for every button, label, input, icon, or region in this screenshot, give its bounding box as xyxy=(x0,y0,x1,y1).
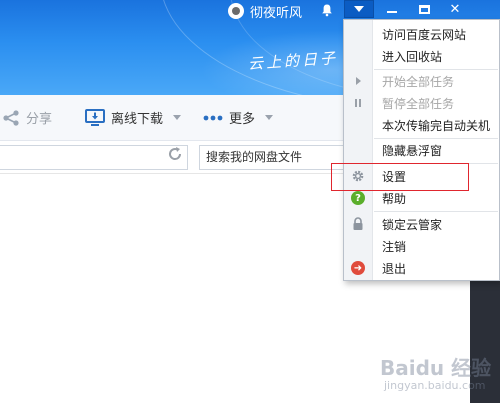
pause-icon xyxy=(350,95,366,111)
path-field[interactable] xyxy=(0,145,188,170)
username: 彻夜听风 xyxy=(250,5,303,21)
highlight-box xyxy=(331,163,469,191)
help-icon: ? xyxy=(350,190,366,206)
menu-item-label: 隐藏悬浮窗 xyxy=(382,143,443,158)
minimize-button[interactable] xyxy=(377,0,407,18)
offline-download-button[interactable]: 离线下载 xyxy=(85,108,182,127)
watermark: Baidu 经验 jingyan.baidu.com xyxy=(380,352,500,403)
menu-item-label: 访问百度云网站 xyxy=(382,27,467,42)
more-label: 更多 xyxy=(229,112,256,127)
menu-item-label: 锁定云管家 xyxy=(382,217,443,232)
user-account[interactable]: 彻夜听风 xyxy=(228,2,303,21)
play-icon xyxy=(350,73,366,89)
menu-separator xyxy=(374,211,498,212)
menu-item-recycle-bin[interactable]: 进入回收站 xyxy=(344,45,499,67)
maximize-button[interactable] xyxy=(409,0,439,18)
menu-item-auto-shutdown[interactable]: 本次传输完自动关机 xyxy=(344,114,499,136)
maximize-icon xyxy=(418,4,430,14)
chevron-down-icon xyxy=(173,115,182,120)
refresh-icon[interactable] xyxy=(166,145,184,163)
lock-icon xyxy=(350,216,366,232)
avatar xyxy=(228,3,244,19)
settings-dropdown-menu: 访问百度云网站 进入回收站 开始全部任务 暂停全部任务 本次传输完自动关机 隐藏… xyxy=(343,19,500,281)
watermark-logo: Baidu 经验 xyxy=(380,356,492,380)
watermark-url: jingyan.baidu.com xyxy=(384,379,486,392)
menu-dropdown-button[interactable] xyxy=(344,0,374,18)
menu-item-label: 本次传输完自动关机 xyxy=(382,118,491,133)
menu-item-label: 帮助 xyxy=(382,191,407,206)
menu-item-label: 暂停全部任务 xyxy=(382,96,455,111)
menu-item-label: 退出 xyxy=(382,261,407,276)
menu-item-label: 开始全部任务 xyxy=(382,74,455,89)
offline-download-icon xyxy=(85,108,105,126)
search-input[interactable]: 搜索我的网盘文件 xyxy=(199,145,349,170)
share-label: 分享 xyxy=(26,112,53,127)
share-button[interactable]: 分享 xyxy=(2,108,52,127)
menu-item-label: 注销 xyxy=(382,239,407,254)
menu-item-hide-floating-window[interactable]: 隐藏悬浮窗 xyxy=(344,139,499,161)
menu-item-start-all[interactable]: 开始全部任务 xyxy=(344,70,499,92)
offline-download-label: 离线下载 xyxy=(111,112,164,127)
more-icon xyxy=(203,115,223,120)
menu-item-visit-website[interactable]: 访问百度云网站 xyxy=(344,23,499,45)
exit-icon: ➜ xyxy=(350,260,366,276)
menu-item-exit[interactable]: ➜ 退出 xyxy=(344,257,499,279)
more-button[interactable]: 更多 xyxy=(203,108,274,127)
close-icon: ✕ xyxy=(449,1,461,17)
chevron-down-icon xyxy=(354,6,364,12)
menu-item-lock[interactable]: 锁定云管家 xyxy=(344,213,499,235)
minimize-icon xyxy=(387,11,397,13)
share-icon xyxy=(3,109,19,126)
close-button[interactable]: ✕ xyxy=(440,0,470,18)
bell-icon[interactable] xyxy=(320,3,334,17)
chevron-down-icon xyxy=(265,115,274,120)
menu-item-logout[interactable]: 注销 xyxy=(344,235,499,257)
menu-item-pause-all[interactable]: 暂停全部任务 xyxy=(344,92,499,114)
menu-item-label: 进入回收站 xyxy=(382,49,443,64)
